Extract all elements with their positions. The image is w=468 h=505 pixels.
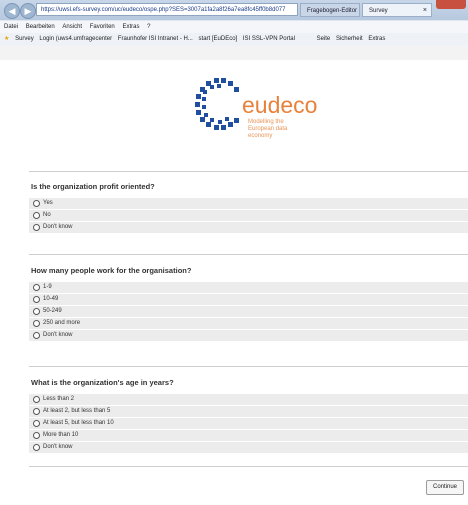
radio-button[interactable] <box>33 320 40 327</box>
question-options: Yes No Don't know <box>29 198 468 234</box>
tab-label: Survey <box>369 8 388 14</box>
option-10-49[interactable]: 10-49 <box>29 294 468 306</box>
radio-button[interactable] <box>33 296 40 303</box>
close-icon[interactable]: × <box>423 4 427 16</box>
radio-button[interactable] <box>33 332 40 339</box>
browser-titlebar: ◀ ▶ https://uwsl.efs-survey.com/uc/eudec… <box>0 0 468 20</box>
option-250-and-more[interactable]: 250 and more <box>29 318 468 330</box>
option-no[interactable]: No <box>29 210 468 222</box>
favorites-bar: ★ Survey Login (uws4.umfragecenter Fraun… <box>0 33 468 47</box>
forward-arrow-icon[interactable]: ▶ <box>20 3 36 19</box>
favorites-star-icon[interactable]: ★ <box>4 36 9 42</box>
question-options: Less than 2 At least 2, but less than 5 … <box>29 394 468 454</box>
favorite-link[interactable]: Fraunhofer ISI Intranet - H... <box>118 36 193 42</box>
menu-item-help[interactable]: ? <box>147 24 150 30</box>
option-label: 1-9 <box>43 284 52 290</box>
favorite-link[interactable]: Survey <box>15 36 34 42</box>
radio-button[interactable] <box>33 444 40 451</box>
tab-fragebogen-editor[interactable]: Fragebogen-Editor <box>300 3 360 17</box>
option-2-to-5[interactable]: At least 2, but less than 5 <box>29 406 468 418</box>
window-close-button[interactable] <box>436 0 466 9</box>
option-label: Don't know <box>43 224 73 230</box>
option-label: 50-249 <box>43 308 62 314</box>
option-less-than-2[interactable]: Less than 2 <box>29 394 468 406</box>
section-divider <box>29 254 468 255</box>
option-yes[interactable]: Yes <box>29 198 468 210</box>
tab-survey[interactable]: Survey × <box>362 3 432 17</box>
option-dont-know[interactable]: Don't know <box>29 442 468 454</box>
option-label: Don't know <box>43 444 73 450</box>
option-label: More than 10 <box>43 432 79 438</box>
toolbar-page[interactable]: Seite <box>317 36 331 42</box>
option-label: Yes <box>43 200 53 206</box>
logo-circle-icon <box>195 78 239 130</box>
radio-button[interactable] <box>33 420 40 427</box>
continue-button[interactable]: Continue <box>426 480 464 495</box>
radio-button[interactable] <box>33 284 40 291</box>
eudeco-logo: eudeco Modelling the European data econo… <box>192 75 332 150</box>
radio-button[interactable] <box>33 432 40 439</box>
menu-item-favoriten[interactable]: Favoriten <box>90 24 115 30</box>
section-divider <box>29 366 468 367</box>
option-label: No <box>43 212 51 218</box>
question-title: What is the organization's age in years? <box>31 378 174 387</box>
option-label: Less than 2 <box>43 396 75 402</box>
option-50-249[interactable]: 50-249 <box>29 306 468 318</box>
logo-tagline: Modelling the European data economy <box>248 119 288 139</box>
toolbar-security[interactable]: Sicherheit <box>336 36 363 42</box>
menu-item-datei[interactable]: Datei <box>4 24 18 30</box>
page-top-band <box>0 46 468 60</box>
option-5-to-10[interactable]: At least 5, but less than 10 <box>29 418 468 430</box>
option-dont-know[interactable]: Don't know <box>29 222 468 234</box>
favorite-link[interactable]: Login (uws4.umfragecenter <box>39 36 112 42</box>
option-label: At least 5, but less than 10 <box>43 420 114 426</box>
tab-label: Fragebogen-Editor <box>307 8 358 14</box>
option-1-9[interactable]: 1-9 <box>29 282 468 294</box>
back-arrow-icon[interactable]: ◀ <box>4 3 20 19</box>
option-label: 10-49 <box>43 296 59 302</box>
option-label: At least 2, but less than 5 <box>43 408 111 414</box>
favorite-link[interactable]: start [EuDEco] <box>199 36 238 42</box>
radio-button[interactable] <box>33 200 40 207</box>
toolbar-extras[interactable]: Extras <box>368 36 385 42</box>
radio-button[interactable] <box>33 308 40 315</box>
menu-item-ansicht[interactable]: Ansicht <box>62 24 82 30</box>
menu-bar: Datei Bearbeiten Ansicht Favoriten Extra… <box>0 21 468 33</box>
option-label: 250 and more <box>43 320 81 326</box>
menu-item-bearbeiten[interactable]: Bearbeiten <box>26 24 55 30</box>
option-more-than-10[interactable]: More than 10 <box>29 430 468 442</box>
option-dont-know[interactable]: Don't know <box>29 330 468 342</box>
menu-item-extras[interactable]: Extras <box>122 24 139 30</box>
option-label: Don't know <box>43 332 73 338</box>
question-title: Is the organization profit oriented? <box>31 182 155 191</box>
logo-wordmark: eudeco <box>242 92 318 118</box>
radio-button[interactable] <box>33 408 40 415</box>
address-bar[interactable]: https://uwsl.efs-survey.com/uc/eudeco/os… <box>36 3 298 16</box>
section-divider <box>29 171 468 172</box>
question-options: 1-9 10-49 50-249 250 and more Don't know <box>29 282 468 342</box>
radio-button[interactable] <box>33 396 40 403</box>
radio-button[interactable] <box>33 224 40 231</box>
question-title: How many people work for the organisatio… <box>31 266 192 275</box>
section-divider <box>29 466 468 467</box>
favorite-link[interactable]: ISI SSL-VPN Portal <box>243 36 295 42</box>
radio-button[interactable] <box>33 212 40 219</box>
